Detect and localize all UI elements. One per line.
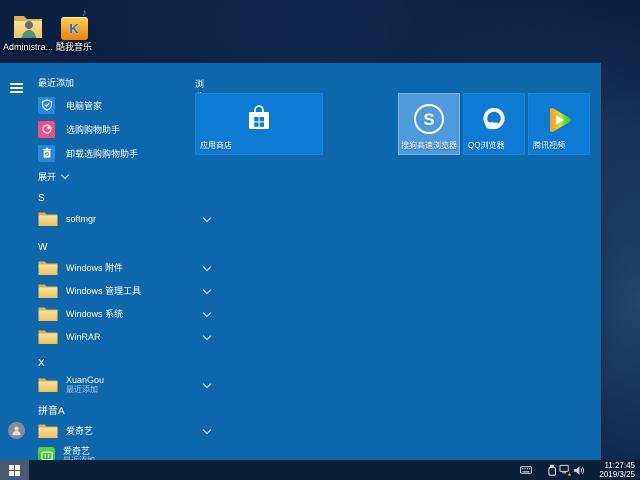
app-folder-iqiyi[interactable]: 爱奇艺	[38, 418, 186, 443]
app-item-label: 爱奇艺	[63, 446, 95, 456]
section-header-x[interactable]: X	[38, 354, 186, 372]
avatar-icon	[8, 422, 25, 439]
desktop-icon-administrator[interactable]: Administra...	[2, 6, 54, 52]
shopping-assistant-icon	[38, 121, 55, 138]
folder-icon	[38, 305, 58, 322]
app-item-label: Windows 管理工具	[66, 286, 141, 296]
start-button[interactable]	[0, 460, 29, 480]
app-item-label: WinRAR	[66, 332, 101, 342]
app-folder-windows-admin-tools[interactable]: Windows 管理工具	[38, 279, 186, 302]
recent-added-header: 最近添加	[38, 77, 186, 89]
folder-icon	[38, 422, 58, 439]
desktop-icon-label: Administra...	[2, 42, 54, 52]
network-warning-icon[interactable]	[559, 460, 572, 480]
tile-app-store[interactable]: 应用商店	[195, 93, 323, 155]
trash-icon	[38, 145, 55, 162]
taskbar: 11:27:45 2019/3/25	[0, 460, 640, 480]
tile-label: 应用商店	[200, 140, 232, 151]
hamburger-icon	[10, 81, 23, 95]
kuwo-music-icon: K♪	[48, 6, 100, 40]
tile-label: QQ浏览器	[468, 140, 504, 151]
menu-hamburger-button[interactable]	[0, 73, 32, 103]
app-item-label: 卸载选购购物助手	[66, 147, 138, 160]
tile-label: 搜狗高速浏览器	[401, 140, 457, 151]
app-item-shopping-assistant[interactable]: 选购购物助手	[38, 117, 186, 141]
desktop-icon-kuwo-music[interactable]: K♪ 酷我音乐	[48, 6, 100, 52]
windows-logo-icon	[9, 465, 20, 476]
chevron-down-icon[interactable]	[203, 379, 211, 387]
chevron-down-icon[interactable]	[203, 213, 211, 221]
chevron-down-icon[interactable]	[203, 331, 211, 339]
tencent-video-icon	[546, 107, 572, 138]
taskbar-clock[interactable]: 11:27:45 2019/3/25	[591, 461, 635, 479]
section-header-pinyin-a[interactable]: 拼音A	[38, 400, 186, 418]
chevron-down-icon[interactable]	[203, 285, 211, 293]
chevron-down-icon[interactable]	[203, 262, 211, 270]
store-icon	[246, 104, 272, 137]
app-item-label: softmgr	[66, 214, 96, 224]
user-folder-icon	[2, 6, 54, 40]
volume-icon[interactable]	[572, 460, 585, 480]
section-header-s[interactable]: S	[38, 189, 186, 207]
start-menu: 最近添加 电脑管家 选购购物助手 卸载选购购物助手 展开	[0, 63, 601, 460]
sogou-browser-icon: S	[414, 104, 444, 134]
desktop-icon-label: 酷我音乐	[48, 42, 100, 52]
folder-icon	[38, 259, 58, 276]
folder-icon	[38, 282, 58, 299]
app-item-label: XuanGou	[66, 375, 104, 385]
app-item-label: 选购购物助手	[66, 123, 120, 136]
touch-keyboard-icon[interactable]	[519, 460, 532, 480]
desktop: Administra... K♪ 酷我音乐	[0, 0, 640, 480]
start-menu-app-list: 最近添加 电脑管家 选购购物助手 卸载选购购物助手 展开	[38, 63, 186, 468]
section-header-w[interactable]: W	[38, 238, 186, 256]
app-folder-windows-system[interactable]: Windows 系统	[38, 302, 186, 325]
clock-date: 2019/3/25	[591, 470, 635, 479]
qq-browser-icon	[481, 106, 508, 138]
app-item-label: Windows 系统	[66, 309, 123, 319]
system-tray: 11:27:45 2019/3/25	[519, 460, 640, 480]
expand-label: 展开	[38, 170, 56, 183]
app-item-label: 电脑管家	[66, 99, 102, 112]
chevron-down-icon[interactable]	[203, 308, 211, 316]
app-folder-winrar[interactable]: WinRAR	[38, 325, 186, 348]
chevron-down-icon[interactable]	[203, 425, 211, 433]
app-folder-xuangou[interactable]: XuanGou 最近添加	[38, 372, 186, 397]
folder-icon	[38, 210, 58, 227]
tile-sogou-browser[interactable]: S 搜狗高速浏览器	[398, 93, 460, 155]
folder-icon	[38, 376, 58, 393]
expand-toggle[interactable]: 展开	[38, 167, 186, 185]
chevron-down-icon	[61, 170, 69, 178]
tile-label: 腾讯视频	[533, 140, 565, 151]
clock-time: 11:27:45	[591, 461, 635, 470]
tile-tencent-video[interactable]: 腾讯视频	[528, 93, 590, 155]
app-item-label: 爱奇艺	[66, 426, 93, 436]
shield-icon	[38, 97, 55, 114]
app-item-uninstall-shopping-assistant[interactable]: 卸载选购购物助手	[38, 141, 186, 165]
app-item-pc-manager[interactable]: 电脑管家	[38, 93, 186, 117]
usb-device-icon[interactable]	[546, 460, 559, 480]
app-item-label: Windows 附件	[66, 263, 123, 273]
tile-qq-browser[interactable]: QQ浏览器	[463, 93, 525, 155]
folder-icon	[38, 328, 58, 345]
start-menu-rail	[0, 63, 32, 460]
app-folder-softmgr[interactable]: softmgr	[38, 207, 186, 230]
user-account-button[interactable]	[0, 415, 32, 445]
app-folder-windows-accessories[interactable]: Windows 附件	[38, 256, 186, 279]
app-item-sublabel: 最近添加	[66, 385, 104, 394]
